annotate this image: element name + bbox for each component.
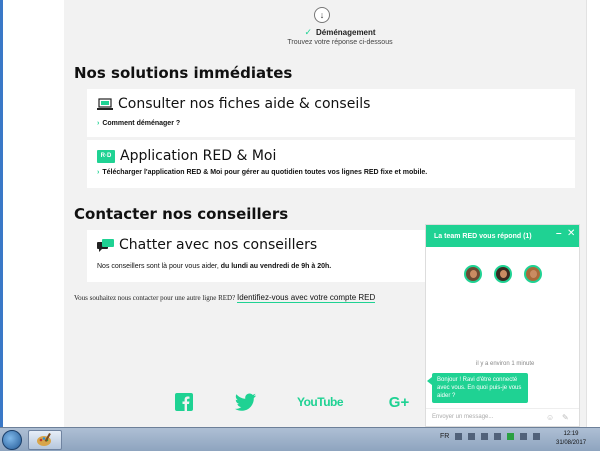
card-title: Consulter nos fiches aide & conseils bbox=[118, 96, 371, 112]
agent-message: Bonjour ! Ravi d'être connecté avec vous… bbox=[427, 373, 528, 403]
facebook-icon[interactable] bbox=[174, 392, 194, 412]
card-title: Application RED & Moi bbox=[120, 148, 277, 164]
card-application-red[interactable]: R·D Application RED & Moi › Télécharger l… bbox=[87, 140, 575, 188]
link-telecharger-app[interactable]: › Télécharger l'application RED & Moi pou… bbox=[97, 169, 427, 176]
message-time: il y a environ 1 minute bbox=[476, 361, 535, 367]
chat-hours-text: Nos conseillers sont là pour vous aider,… bbox=[97, 263, 332, 270]
link-comment-demenager[interactable]: › Comment déménager ? bbox=[97, 120, 180, 127]
window-edge bbox=[0, 0, 3, 427]
tray-icon[interactable] bbox=[494, 433, 502, 440]
system-tray[interactable]: FR bbox=[440, 433, 541, 440]
contact-heading: Contacter nos conseillers bbox=[74, 205, 289, 223]
minimize-icon[interactable]: – bbox=[556, 228, 562, 239]
laptop-icon bbox=[97, 97, 113, 110]
tray-icon[interactable] bbox=[507, 433, 515, 440]
tray-icon[interactable] bbox=[468, 433, 476, 440]
taskbar: FR 12:19 31/08/2017 bbox=[0, 427, 600, 451]
red-logo-icon: R·D bbox=[97, 149, 115, 163]
tray-icon[interactable] bbox=[481, 433, 489, 440]
close-icon[interactable]: ✕ bbox=[567, 228, 575, 239]
agent-avatars bbox=[426, 265, 579, 283]
language-indicator[interactable]: FR bbox=[440, 433, 449, 440]
taskbar-app-paint[interactable] bbox=[28, 430, 62, 450]
other-line-contact: Vous souhaitez nous contacter pour une a… bbox=[74, 293, 376, 303]
solutions-heading: Nos solutions immédiates bbox=[74, 64, 293, 82]
google-plus-icon[interactable]: G+ bbox=[384, 392, 414, 412]
chat-header[interactable]: La team RED vous répond (1) – ✕ bbox=[426, 225, 579, 247]
emoji-icon[interactable]: ☺ bbox=[546, 413, 554, 422]
start-button[interactable] bbox=[2, 430, 22, 450]
identify-link[interactable]: Identifiez-vous avec votre compte RED bbox=[236, 293, 376, 303]
chat-bubbles-icon bbox=[97, 238, 114, 252]
twitter-icon[interactable] bbox=[235, 392, 257, 412]
browser-window: ↓ ✓ Déménagement Trouvez votre réponse ci… bbox=[0, 0, 600, 427]
arrow-down-icon: ↓ bbox=[314, 7, 330, 23]
step-subtitle: Trouvez votre réponse ci-dessous bbox=[287, 39, 393, 46]
chat-widget[interactable]: La team RED vous répond (1) – ✕ il y a e… bbox=[425, 224, 580, 427]
scrollbar-area[interactable] bbox=[586, 0, 600, 427]
volume-icon[interactable] bbox=[533, 433, 541, 440]
avatar bbox=[463, 265, 482, 283]
network-icon[interactable] bbox=[520, 433, 528, 440]
card-fiches-aide[interactable]: Consulter nos fiches aide & conseils › Co… bbox=[87, 89, 575, 137]
youtube-icon[interactable]: YouTube bbox=[297, 392, 344, 412]
attach-icon[interactable]: ✎ bbox=[562, 413, 569, 422]
avatar bbox=[523, 265, 542, 283]
step-title: ✓ Déménagement bbox=[304, 27, 376, 37]
paint-icon bbox=[37, 433, 51, 446]
chat-message-input[interactable]: Envoyer un message... ☺ ✎ bbox=[426, 408, 579, 426]
taskbar-clock[interactable]: 12:19 31/08/2017 bbox=[556, 430, 586, 448]
check-icon: ✓ bbox=[304, 27, 312, 37]
tray-icon[interactable] bbox=[455, 433, 463, 440]
avatar bbox=[493, 265, 512, 283]
card-title: Chatter avec nos conseillers bbox=[119, 237, 318, 253]
